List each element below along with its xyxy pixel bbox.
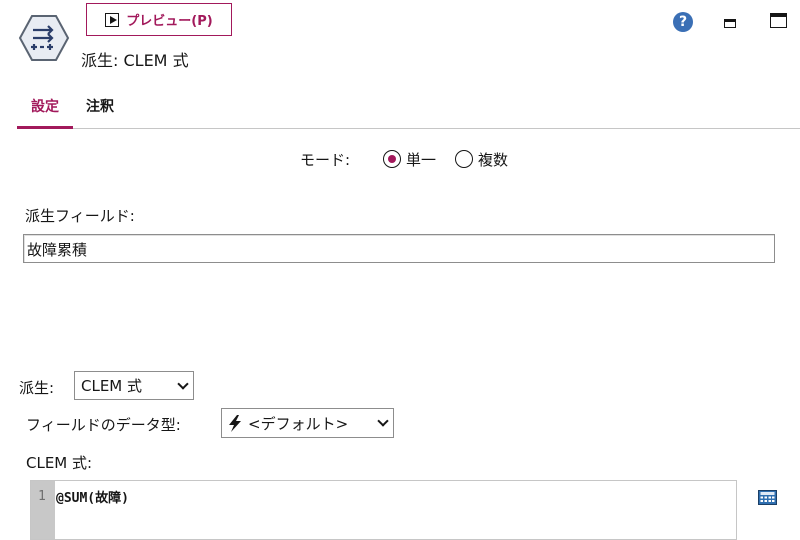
preview-button[interactable]: プレビュー(P) [86, 3, 232, 36]
chevron-down-icon [377, 415, 389, 427]
lightning-bolt-icon [229, 414, 241, 432]
preview-label: プレビュー(P) [126, 14, 213, 29]
tab-divider [17, 128, 800, 129]
mode-label: モード: [300, 151, 351, 169]
active-tab-indicator [17, 126, 73, 129]
help-icon[interactable]: ? [673, 12, 693, 32]
chevron-down-icon [177, 377, 189, 390]
derive-as-value: CLEM 式 [81, 377, 143, 395]
maximize-icon[interactable] [770, 13, 787, 28]
node-title: 派生: CLEM 式 [81, 51, 189, 70]
clem-expression-label: CLEM 式: [26, 454, 93, 472]
field-type-label: フィールドのデータ型: [26, 416, 181, 434]
mode-multiple-radio[interactable] [455, 150, 473, 168]
line-number: 1 [38, 489, 46, 504]
derive-as-label: 派生: [19, 379, 55, 397]
field-type-value: <デフォルト> [248, 414, 349, 433]
expression-builder-calculator-icon[interactable] [758, 490, 777, 505]
mode-multiple-label[interactable]: 複数 [478, 149, 508, 170]
field-type-select[interactable]: <デフォルト> [221, 408, 394, 438]
derive-field-input[interactable]: 故障累積 [23, 234, 775, 263]
tab-settings[interactable]: 設定 [31, 96, 59, 116]
mode-single-radio[interactable] [383, 150, 401, 168]
mode-single-label[interactable]: 単一 [406, 149, 436, 170]
clem-expression-editor[interactable]: 1 @SUM(故障) [30, 480, 737, 540]
derive-node-icon [18, 15, 70, 61]
clem-expression-text[interactable]: @SUM(故障) [56, 487, 129, 506]
minimize-icon[interactable] [724, 19, 736, 28]
derive-field-label: 派生フィールド: [25, 207, 135, 225]
derive-as-select[interactable]: CLEM 式 [74, 371, 194, 400]
tab-annotation[interactable]: 注釈 [86, 96, 114, 116]
play-icon [105, 12, 120, 27]
